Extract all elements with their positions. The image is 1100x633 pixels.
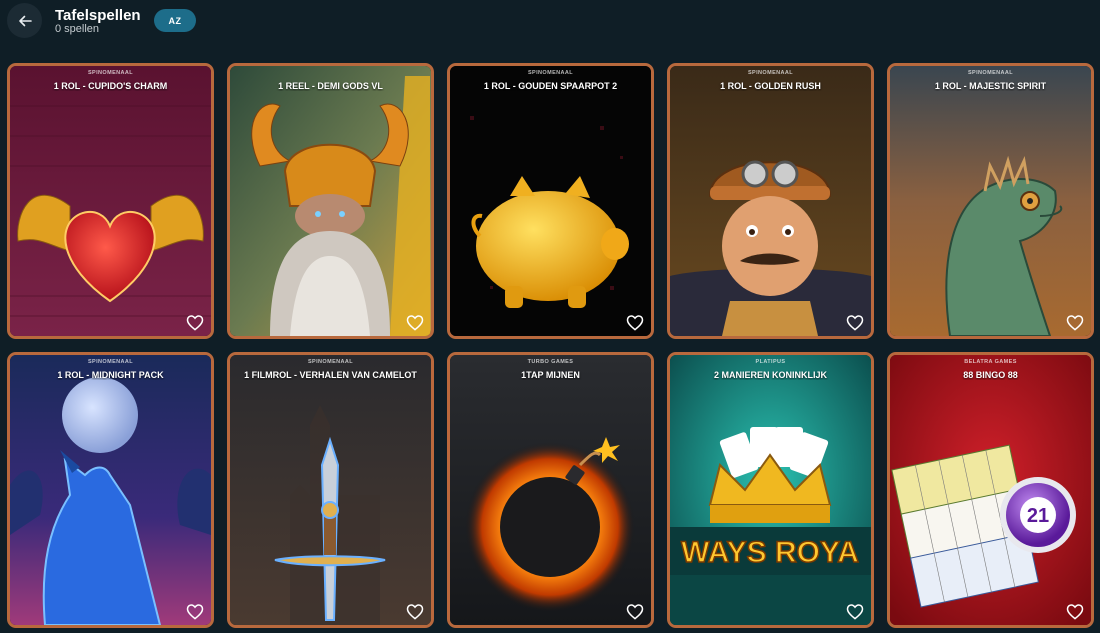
game-provider: SPINOMENAAL bbox=[747, 70, 794, 76]
game-title: 88 BINGO 88 bbox=[963, 370, 1018, 380]
page-title: Tafelspellen bbox=[55, 7, 141, 24]
heart-outline-icon bbox=[846, 603, 864, 620]
game-tile[interactable]: SPINOMENAAL 1 ROL - GOUDEN SPAARPOT 2 bbox=[447, 63, 654, 339]
heart-outline-icon bbox=[626, 603, 644, 620]
game-provider: SPINOMENAAL bbox=[307, 359, 354, 365]
heart-outline-icon bbox=[186, 603, 204, 620]
game-provider: SPINOMENAAL bbox=[87, 70, 134, 76]
arrow-left-icon bbox=[18, 15, 32, 26]
favorite-button[interactable] bbox=[186, 602, 204, 620]
favorite-button[interactable] bbox=[626, 602, 644, 620]
game-thumbnail-bomb bbox=[450, 355, 651, 625]
back-button[interactable] bbox=[7, 3, 42, 38]
game-provider: TURBO GAMES bbox=[527, 359, 574, 365]
game-thumbnail-piggy-bank bbox=[450, 66, 651, 336]
game-title: 1TAP MIJNEN bbox=[521, 370, 580, 380]
game-thumbnail-sword bbox=[230, 355, 431, 625]
favorite-button[interactable] bbox=[406, 313, 424, 331]
game-count: 0 spellen bbox=[55, 23, 100, 35]
favorite-button[interactable] bbox=[846, 602, 864, 620]
game-title: 1 ROL - GOUDEN SPAARPOT 2 bbox=[483, 81, 618, 91]
favorite-button[interactable] bbox=[186, 313, 204, 331]
game-tile[interactable]: 21 BELATRA GAMES 88 BINGO 88 bbox=[887, 352, 1094, 628]
game-thumbnail-bingo: 21 bbox=[890, 355, 1091, 625]
game-provider: SPINOMENAAL bbox=[967, 70, 1014, 76]
game-tile[interactable]: SPINOMENAAL 1 ROL - MIDNIGHT PACK bbox=[7, 352, 214, 628]
game-title: 1 ROL - CUPIDO'S CHARM bbox=[53, 81, 168, 91]
heart-outline-icon bbox=[846, 314, 864, 331]
game-tile[interactable]: SPINOMENAAL 1 ROL - MAJESTIC SPIRIT bbox=[887, 63, 1094, 339]
game-thumbnail-crown-cards: WAYS ROYA bbox=[670, 355, 871, 625]
game-title: 1 ROL - GOLDEN RUSH bbox=[720, 81, 821, 91]
game-tile[interactable]: 1 REEL - DEMI GODS VL bbox=[227, 63, 434, 339]
heart-outline-icon bbox=[406, 603, 424, 620]
favorite-button[interactable] bbox=[406, 602, 424, 620]
game-tile[interactable]: SPINOMENAAL 1 ROL - CUPIDO'S CHARM bbox=[7, 63, 214, 339]
favorite-button[interactable] bbox=[846, 313, 864, 331]
game-tile[interactable]: WAYS ROYA PLATIPUS 2 MANIEREN KONINKLIJK bbox=[667, 352, 874, 628]
game-tile[interactable]: SPINOMENAAL 1 FILMROL - VERHALEN VAN CAM… bbox=[227, 352, 434, 628]
game-provider: SPINOMENAAL bbox=[527, 70, 574, 76]
game-title: 1 ROL - MIDNIGHT PACK bbox=[57, 370, 164, 380]
game-thumbnail-viking-god bbox=[230, 66, 431, 336]
game-title: 2 MANIEREN KONINKLIJK bbox=[713, 370, 827, 380]
game-thumbnail-wolf-moon bbox=[10, 355, 211, 625]
game-tile[interactable]: TURBO GAMES 1TAP MIJNEN bbox=[447, 352, 654, 628]
art-ball-number: 21 bbox=[1027, 505, 1049, 527]
game-provider: SPINOMENAAL bbox=[87, 359, 134, 365]
game-thumbnail-iguana bbox=[890, 66, 1091, 336]
game-thumbnail-miner bbox=[670, 66, 871, 336]
heart-outline-icon bbox=[1066, 603, 1084, 620]
favorite-button[interactable] bbox=[626, 313, 644, 331]
favorite-button[interactable] bbox=[1066, 313, 1084, 331]
game-title: 1 ROL - MAJESTIC SPIRIT bbox=[934, 81, 1047, 91]
heart-outline-icon bbox=[186, 314, 204, 331]
art-logo-text: WAYS ROYA bbox=[681, 536, 859, 569]
sort-az-button[interactable]: AZ bbox=[154, 9, 196, 32]
game-title: 1 FILMROL - VERHALEN VAN CAMELOT bbox=[244, 370, 417, 380]
game-thumbnail-winged-heart bbox=[10, 66, 211, 336]
favorite-button[interactable] bbox=[1066, 602, 1084, 620]
heart-outline-icon bbox=[406, 314, 424, 331]
game-tile[interactable]: SPINOMENAAL 1 ROL - GOLDEN RUSH bbox=[667, 63, 874, 339]
game-title: 1 REEL - DEMI GODS VL bbox=[278, 81, 383, 91]
game-provider: PLATIPUS bbox=[755, 359, 786, 365]
game-provider: BELATRA GAMES bbox=[964, 359, 1017, 365]
heart-outline-icon bbox=[1066, 314, 1084, 331]
page-header: Tafelspellen 0 spellen AZ bbox=[0, 0, 1100, 60]
heart-outline-icon bbox=[626, 314, 644, 331]
game-grid: SPINOMENAAL 1 ROL - CUPIDO'S CHARM 1 REE… bbox=[7, 63, 1094, 628]
